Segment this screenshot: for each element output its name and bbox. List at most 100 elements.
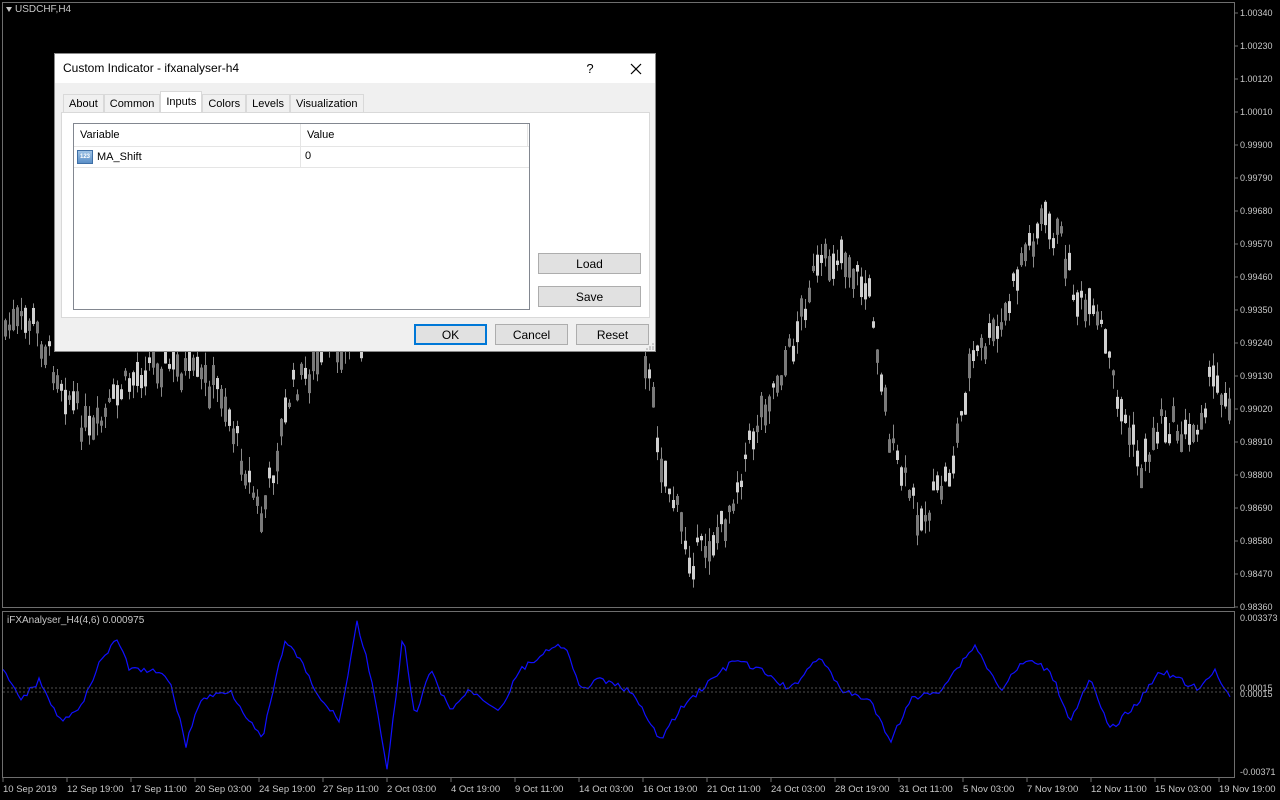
- candle-body: [800, 298, 803, 317]
- candle-body: [1108, 351, 1111, 358]
- candle-body: [1144, 438, 1147, 462]
- candle-body: [1160, 409, 1163, 416]
- candle-body: [992, 319, 995, 342]
- dropdown-triangle-icon[interactable]: [6, 7, 12, 12]
- candle-body: [196, 356, 199, 377]
- dialog-titlebar[interactable]: Custom Indicator - ifxanalyser-h4 ?: [55, 54, 655, 83]
- price-tick-label: 0.99570: [1240, 239, 1273, 249]
- candle-body: [716, 527, 719, 544]
- tab-common[interactable]: Common: [103, 94, 161, 112]
- candle-body: [264, 495, 267, 510]
- candle-body: [928, 512, 931, 521]
- candle-body: [1004, 303, 1007, 321]
- candle-body: [268, 467, 271, 479]
- candle-body: [864, 283, 867, 300]
- time-tick-label: 21 Oct 11:00: [707, 784, 761, 795]
- candle-body: [1064, 258, 1067, 279]
- price-tick-label: 0.99900: [1240, 140, 1273, 150]
- time-tick-label: 24 Oct 03:00: [771, 784, 825, 795]
- reset-button[interactable]: Reset: [576, 324, 649, 345]
- candle-body: [236, 426, 239, 434]
- tab-inputs[interactable]: Inputs: [160, 91, 203, 112]
- table-row[interactable]: 123 MA_Shift 0: [74, 146, 529, 168]
- candle-body: [84, 406, 87, 428]
- candle-body: [244, 473, 247, 486]
- close-button[interactable]: [621, 54, 651, 83]
- resize-grip-icon[interactable]: [646, 342, 654, 350]
- candle-body: [208, 386, 211, 409]
- candle-body: [816, 254, 819, 276]
- tab-colors[interactable]: Colors: [202, 94, 247, 112]
- price-tick-label: 0.99680: [1240, 206, 1273, 216]
- candle-body: [64, 389, 67, 415]
- candle-body: [952, 455, 955, 474]
- time-tick-label: 12 Nov 11:00: [1091, 784, 1147, 795]
- candle-body: [1080, 290, 1083, 298]
- candle-body: [200, 367, 203, 380]
- candle-body: [828, 256, 831, 281]
- candle-body: [60, 383, 63, 391]
- candle-body: [756, 425, 759, 433]
- candle-body: [840, 239, 843, 264]
- candle-body: [120, 389, 123, 400]
- tab-levels[interactable]: Levels: [246, 94, 290, 112]
- candle-body: [1156, 431, 1159, 444]
- candle-body: [232, 428, 235, 445]
- candle-body: [1168, 434, 1171, 444]
- candle-body: [40, 344, 43, 359]
- candle-body: [292, 369, 295, 380]
- candle-body: [696, 537, 699, 543]
- load-button[interactable]: Load: [538, 253, 641, 274]
- candle-body: [12, 308, 15, 331]
- candle-body: [768, 396, 771, 412]
- candle-body: [1220, 394, 1223, 405]
- candle-body: [652, 386, 655, 408]
- candle-body: [776, 375, 779, 393]
- candle-body: [1000, 322, 1003, 330]
- candle-body: [112, 384, 115, 399]
- candle-body: [1100, 319, 1103, 324]
- time-tick-label: 31 Oct 11:00: [899, 784, 953, 795]
- candle-body: [28, 320, 31, 331]
- candle-body: [972, 350, 975, 361]
- candle-body: [1196, 429, 1199, 435]
- price-tick-label: 0.98360: [1240, 602, 1273, 612]
- time-tick-label: 10 Sep 2019: [3, 784, 57, 795]
- price-tick-label: 0.98690: [1240, 503, 1273, 513]
- candle-body: [272, 475, 275, 484]
- candle-body: [1124, 414, 1127, 424]
- candle-body: [248, 470, 251, 483]
- candle-body: [812, 265, 815, 272]
- indicator-tick-label: -0.00371: [1240, 767, 1276, 777]
- candle-body: [956, 423, 959, 443]
- header-value[interactable]: Value: [301, 124, 528, 146]
- header-variable[interactable]: Variable: [74, 124, 301, 146]
- inputs-grid[interactable]: Variable Value 123 MA_Shift 0: [73, 123, 530, 310]
- variable-cell[interactable]: 123 MA_Shift: [74, 146, 301, 167]
- candle-body: [932, 481, 935, 491]
- save-button[interactable]: Save: [538, 286, 641, 307]
- help-button[interactable]: ?: [579, 54, 601, 83]
- candle-body: [884, 387, 887, 412]
- tab-visualization[interactable]: Visualization: [289, 94, 364, 112]
- tab-about[interactable]: About: [63, 94, 104, 112]
- candle-body: [908, 490, 911, 499]
- candle-body: [312, 349, 315, 372]
- indicator-line: [2, 620, 1231, 770]
- candle-body: [308, 374, 311, 394]
- candle-body: [996, 326, 999, 339]
- price-tick-label: 0.99790: [1240, 173, 1273, 183]
- candle-body: [868, 278, 871, 297]
- time-tick-label: 16 Oct 19:00: [643, 784, 697, 795]
- value-cell[interactable]: 0: [301, 146, 528, 167]
- ok-button[interactable]: OK: [414, 324, 487, 345]
- candle-body: [736, 482, 739, 493]
- price-tick-label: 0.99130: [1240, 371, 1273, 381]
- price-tick-label: 1.00230: [1240, 41, 1273, 51]
- symbol-label[interactable]: USDCHF,H4: [6, 4, 71, 15]
- candle-body: [116, 385, 119, 406]
- indicator-axis: 0.0033730.000150.00015-0.00371: [1240, 613, 1278, 777]
- cancel-button[interactable]: Cancel: [495, 324, 568, 345]
- time-tick-label: 2 Oct 03:00: [387, 784, 436, 795]
- candle-body: [944, 466, 947, 482]
